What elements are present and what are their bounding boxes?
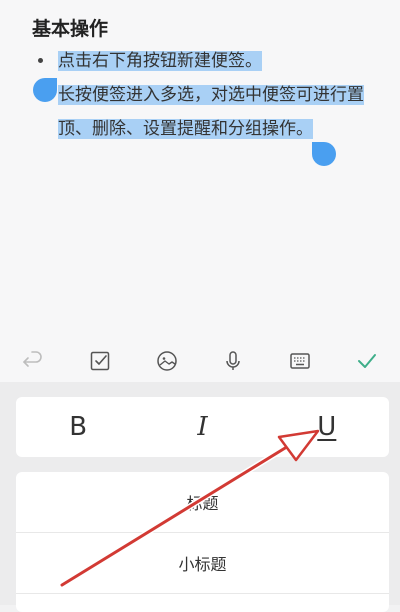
voice-button[interactable] (213, 341, 253, 381)
selected-text-line2: 长按便签进入多选，对选中便签可进行置顶、删除、设置提醒和分组操作。 (58, 85, 364, 139)
note-heading: 基本操作 (32, 18, 109, 40)
heading-title-label: 标题 (186, 494, 219, 513)
bold-button[interactable]: B (16, 397, 140, 457)
selection-start-handle[interactable] (33, 78, 57, 102)
checkmark-icon (357, 354, 376, 368)
text-style-row: B I U (16, 397, 389, 457)
italic-label: I (197, 412, 208, 442)
format-panel: B I U 标题 小标题 (0, 382, 400, 612)
heading-title-option[interactable]: 标题 (16, 472, 389, 533)
note-body[interactable]: 点击右下角按钮新建便签。 长按便签进入多选，对选中便签可进行置顶、删除、设置提醒… (58, 44, 376, 146)
italic-button[interactable]: I (140, 397, 264, 457)
heading-subtitle-option[interactable]: 小标题 (16, 533, 389, 594)
microphone-icon (226, 351, 241, 370)
done-button[interactable] (347, 341, 387, 381)
image-icon (156, 351, 177, 371)
undo-icon (23, 351, 43, 367)
checklist-icon (90, 351, 110, 371)
selected-text-line1: 点击右下角按钮新建便签。 (58, 51, 262, 71)
underline-label: U (317, 412, 337, 442)
selection-end-handle[interactable] (312, 142, 336, 166)
editor-toolbar (0, 340, 400, 382)
checklist-button[interactable] (80, 341, 120, 381)
bullet-point (38, 58, 43, 63)
keyboard-icon (290, 353, 310, 369)
heading-subtitle-label: 小标题 (178, 555, 227, 574)
underline-button[interactable]: U (265, 397, 389, 457)
note-editor[interactable]: 基本操作 点击右下角按钮新建便签。 长按便签进入多选，对选中便签可进行置顶、删除… (0, 0, 400, 382)
image-button[interactable] (147, 341, 187, 381)
keyboard-button[interactable] (280, 341, 320, 381)
bold-label: B (69, 412, 88, 442)
undo-button[interactable] (13, 341, 53, 381)
heading-style-list: 标题 小标题 (16, 472, 389, 612)
